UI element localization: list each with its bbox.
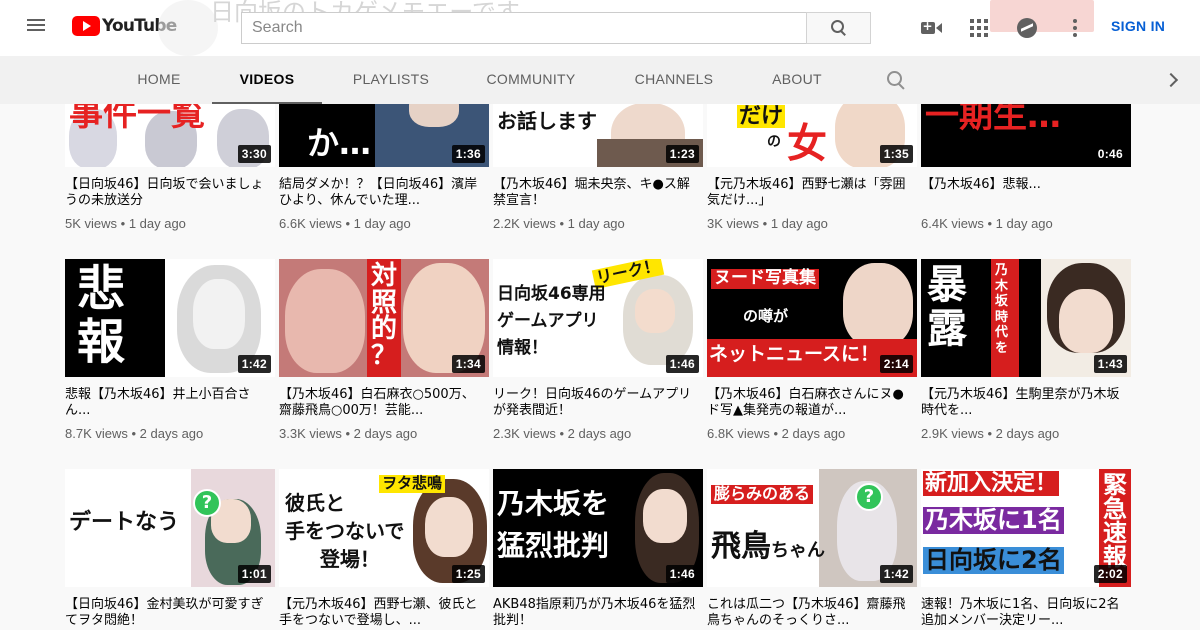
more-options-icon[interactable]: [1063, 16, 1087, 40]
channel-search-icon[interactable]: [886, 70, 906, 90]
video-thumbnail[interactable]: ヲタ悲鳴 彼氏と 手をつないで 登場！ 1:25: [279, 469, 489, 587]
video-duration: 1:01: [237, 565, 271, 583]
video-duration: 1:25: [451, 565, 485, 583]
video-duration: 2:14: [879, 355, 913, 373]
video-duration: 1:42: [237, 355, 271, 373]
video-duration: 1:43: [1093, 355, 1127, 373]
video-duration: 1:35: [879, 145, 913, 163]
apps-grid-icon[interactable]: [967, 16, 991, 40]
video-card[interactable]: 乃木坂を 猛烈批判 1:46 AKB48指原莉乃が乃木坂46を猛烈批判！: [493, 469, 703, 629]
video-card[interactable]: ヲタ悲鳴 彼氏と 手をつないで 登場！ 1:25 【元乃木坂46】西野七瀬、彼氏と…: [279, 469, 489, 629]
video-thumbnail[interactable]: ヌード写真集 の噂が ネットニュースに！ 2:14: [707, 259, 917, 377]
video-duration: 1:42: [879, 565, 913, 583]
video-duration: 1:46: [665, 355, 699, 373]
youtube-play-icon: [72, 16, 100, 36]
video-card[interactable]: 暴露 乃木坂時代を 1:43 【元乃木坂46】生駒里奈が乃木坂時代を... 2.…: [921, 259, 1131, 441]
video-card[interactable]: ? デートなう 1:01 【日向坂46】金村美玖が可愛すぎてヲタ悶絶！: [65, 469, 275, 629]
tab-community[interactable]: COMMUNITY: [476, 56, 586, 104]
video-meta: 5K views • 1 day ago: [65, 216, 186, 231]
video-title[interactable]: 【日向坂46】日向坂で会いましょうの未放送分: [65, 177, 275, 209]
video-title[interactable]: リーク！日向坂46のゲームアプリが発表間近！: [493, 387, 703, 419]
video-meta: 8.7K views • 2 days ago: [65, 426, 204, 441]
video-title[interactable]: 【乃木坂46】白石麻衣さんにヌ●ド写▲集発売の報道が...: [707, 387, 917, 419]
channel-avatar-faded: [158, 0, 218, 56]
video-meta: 2.9K views • 2 days ago: [921, 426, 1060, 441]
tab-home[interactable]: HOME: [126, 56, 192, 104]
video-title[interactable]: これは瓜二つ【乃木坂46】齋藤飛鳥ちゃんのそっくりさ...: [707, 597, 917, 629]
video-meta: 6.6K views • 1 day ago: [279, 216, 411, 231]
tab-channels[interactable]: CHANNELS: [628, 56, 720, 104]
sign-in-button[interactable]: SIGN IN: [1111, 18, 1165, 34]
masthead: YouTube 日向坂のトカゲメモエーです Search SIGN IN: [0, 0, 1200, 56]
tab-about[interactable]: ABOUT: [762, 56, 832, 104]
video-meta: 6.4K views • 1 day ago: [921, 216, 1053, 231]
video-meta: 6.8K views • 2 days ago: [707, 426, 846, 441]
hamburger-menu-icon[interactable]: [24, 16, 48, 40]
video-title[interactable]: 【乃木坂46】白石麻衣○500万、齋藤飛鳥○00万！芸能...: [279, 387, 489, 419]
video-duration: 3:30: [237, 145, 271, 163]
video-title[interactable]: 【元乃木坂46】生駒里奈が乃木坂時代を...: [921, 387, 1131, 419]
chevron-right-icon[interactable]: [1164, 70, 1178, 90]
video-thumbnail[interactable]: リーク！ 日向坂46専用 ゲームアプリ 情報！ 1:46: [493, 259, 703, 377]
video-duration: 1:36: [451, 145, 485, 163]
video-duration: 1:34: [451, 355, 485, 373]
video-thumbnail[interactable]: 新加入決定！ 乃木坂に1名 日向坂に2名 緊急速報 2:02: [921, 469, 1131, 587]
video-meta: 2.2K views • 1 day ago: [493, 216, 625, 231]
video-thumbnail[interactable]: 暴露 乃木坂時代を 1:43: [921, 259, 1131, 377]
video-title[interactable]: 【乃木坂46】堀未央奈、キ●ス解禁宣言！: [493, 177, 703, 209]
video-duration: 1:46: [665, 565, 699, 583]
search-button[interactable]: [806, 12, 871, 44]
video-duration: 0:46: [1093, 145, 1127, 163]
video-title[interactable]: 【元乃木坂46】西野七瀬は「雰囲気だけ...」: [707, 177, 917, 209]
video-thumbnail[interactable]: 悲報 1:42: [65, 259, 275, 377]
video-card[interactable]: ヌード写真集 の噂が ネットニュースに！ 2:14 【乃木坂46】白石麻衣さんに…: [707, 259, 917, 441]
video-card[interactable]: リーク！ 日向坂46専用 ゲームアプリ 情報！ 1:46 リーク！日向坂46のゲーム…: [493, 259, 703, 441]
channel-tabs: HOME VIDEOS PLAYLISTS COMMUNITY CHANNELS…: [0, 56, 1200, 104]
video-title[interactable]: 結局ダメか！？【日向坂46】濱岸ひより、休んでいた理...: [279, 177, 489, 209]
video-thumbnail[interactable]: 乃木坂を 猛烈批判 1:46: [493, 469, 703, 587]
video-title[interactable]: 悲報【乃木坂46】井上小百合さん...: [65, 387, 275, 419]
video-title[interactable]: 速報！乃木坂に1名、日向坂に2名追加メンバー決定リー...: [921, 597, 1131, 629]
video-card[interactable]: 悲報 1:42 悲報【乃木坂46】井上小百合さん... 8.7K views •…: [65, 259, 275, 441]
search-input[interactable]: Search: [241, 12, 807, 44]
search-icon: [830, 20, 847, 36]
video-title[interactable]: 【元乃木坂46】西野七瀬、彼氏と手をつないで登場し、...: [279, 597, 489, 629]
video-meta: 3.3K views • 2 days ago: [279, 426, 418, 441]
video-thumbnail[interactable]: ? デートなう 1:01: [65, 469, 275, 587]
video-title[interactable]: 【日向坂46】金村美玖が可愛すぎてヲタ悶絶！: [65, 597, 275, 629]
video-duration: 2:02: [1093, 565, 1127, 583]
video-title[interactable]: 【乃木坂46】悲報...: [921, 177, 1131, 209]
video-meta: 2.3K views • 2 days ago: [493, 426, 632, 441]
create-video-icon[interactable]: [919, 16, 943, 40]
video-thumbnail[interactable]: 対照的？ 1:34: [279, 259, 489, 377]
video-duration: 1:23: [665, 145, 699, 163]
video-card[interactable]: 新加入決定！ 乃木坂に1名 日向坂に2名 緊急速報 2:02 速報！乃木坂に1名…: [921, 469, 1131, 629]
video-title[interactable]: AKB48指原莉乃が乃木坂46を猛烈批判！: [493, 597, 703, 629]
messages-icon[interactable]: [1015, 16, 1039, 40]
video-meta: 3K views • 1 day ago: [707, 216, 828, 231]
video-card[interactable]: 対照的？ 1:34 【乃木坂46】白石麻衣○500万、齋藤飛鳥○00万！芸能..…: [279, 259, 489, 441]
video-card[interactable]: ? 膨らみのある 飛鳥ちゃん 1:42 これは瓜二つ【乃木坂46】齋藤飛鳥ちゃん…: [707, 469, 917, 629]
tab-videos[interactable]: VIDEOS: [212, 56, 322, 104]
video-thumbnail[interactable]: ? 膨らみのある 飛鳥ちゃん 1:42: [707, 469, 917, 587]
tab-playlists[interactable]: PLAYLISTS: [342, 56, 440, 104]
